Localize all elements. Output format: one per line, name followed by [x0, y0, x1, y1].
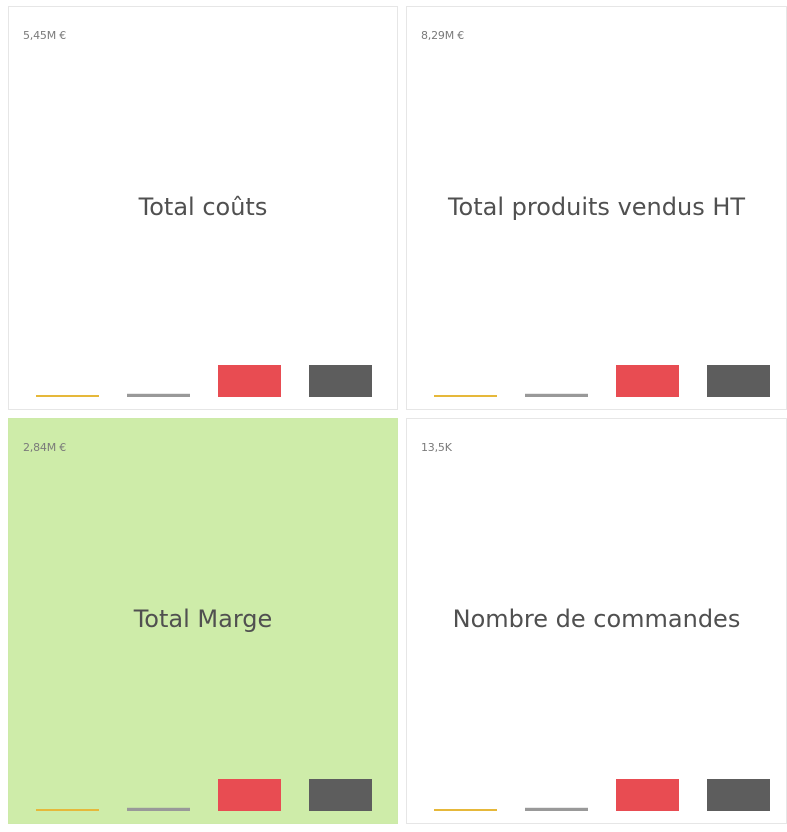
- tile-title: Total Marge: [133, 605, 273, 633]
- bar-gray: [525, 807, 588, 811]
- tile-title: Nombre de commandes: [452, 605, 741, 633]
- bar-gold: [434, 809, 497, 811]
- bar-red: [218, 779, 281, 811]
- tile-value: 2,84M €: [23, 441, 67, 454]
- bar-dark: [707, 779, 770, 811]
- bar-gray: [127, 807, 190, 811]
- tile-value: 5,45M €: [23, 29, 67, 42]
- bar-gray: [525, 393, 588, 397]
- tile-total-produits-vendus-ht[interactable]: 8,29M € Total produits vendus HT: [406, 6, 787, 410]
- bar-gray: [127, 393, 190, 397]
- tile-value: 8,29M €: [421, 29, 465, 42]
- bar-red: [218, 365, 281, 397]
- bar-gold: [36, 809, 99, 811]
- bar-gold: [36, 395, 99, 397]
- bar-dark: [707, 365, 770, 397]
- bar-dark: [309, 365, 372, 397]
- bar-red: [616, 779, 679, 811]
- tile-value: 13,5K: [421, 441, 452, 454]
- bar-red: [616, 365, 679, 397]
- tile-title: Total coûts: [138, 193, 268, 221]
- tile-title: Total produits vendus HT: [447, 193, 746, 221]
- bar-gold: [434, 395, 497, 397]
- bar-dark: [309, 779, 372, 811]
- tile-nombre-de-commandes[interactable]: 13,5K Nombre de commandes: [406, 418, 787, 824]
- tile-total-couts[interactable]: 5,45M € Total coûts: [8, 6, 398, 410]
- tile-total-marge[interactable]: 2,84M € Total Marge: [8, 418, 398, 824]
